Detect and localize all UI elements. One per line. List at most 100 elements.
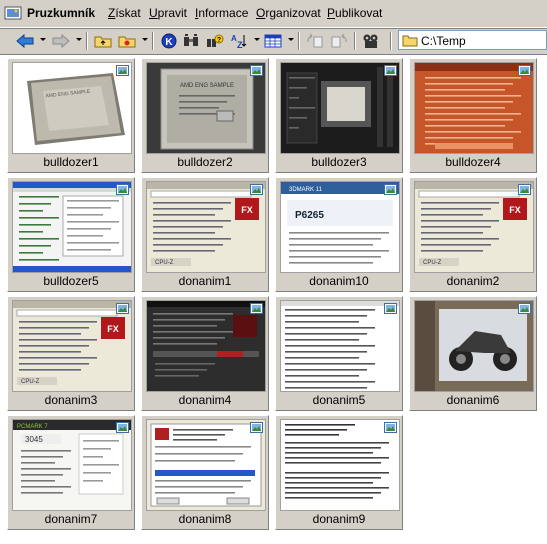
image-type-icon [116, 65, 129, 76]
thumbnail-item[interactable]: 3DMARK 11 P6265 donanim10 [275, 177, 403, 292]
thumbnail-caption[interactable]: donanim3 [8, 393, 134, 407]
thumbnail-item[interactable]: bulldozer5 [7, 177, 135, 292]
image-type-icon [116, 422, 129, 433]
thumbnail-image: FX CPU-Z [414, 181, 534, 273]
thumbnail-item[interactable]: bulldozer3 [275, 58, 403, 173]
thumbnail-caption[interactable]: bulldozer1 [8, 155, 134, 169]
thumbnail-image: PCMARK 7 3045 [12, 419, 132, 511]
image-preview: FX CPU-Z [147, 182, 265, 272]
image-type-icon [384, 422, 397, 433]
thumbnail-item[interactable]: AMD ENG SAMPLE bulldozer2 [141, 58, 269, 173]
sort-az-icon[interactable]: AZ [228, 31, 250, 51]
image-type-icon [116, 184, 129, 195]
svg-text:FX: FX [509, 205, 521, 215]
rotate-right-icon[interactable] [328, 31, 350, 51]
thumbnail-item[interactable]: FX CPU-Z donanim2 [409, 177, 537, 292]
menu-organizovat[interactable]: Organizovat [256, 6, 321, 20]
thumbnail-image [280, 419, 400, 511]
image-type-icon [384, 184, 397, 195]
image-preview: FX CPU-Z [13, 301, 131, 391]
thumbnail-caption[interactable]: bulldozer3 [276, 155, 402, 169]
image-preview [147, 420, 265, 510]
thumbnail-image [280, 300, 400, 392]
thumbnail-caption[interactable]: donanim8 [142, 512, 268, 526]
thumbnail-image [414, 62, 534, 154]
image-preview [415, 63, 533, 153]
image-type-icon [384, 303, 397, 314]
thumbnail-caption[interactable]: bulldozer5 [8, 274, 134, 288]
thumbnail-item[interactable]: AMD ENG SAMPLE bulldozer1 [7, 58, 135, 173]
thumbnail-caption[interactable]: donanim4 [142, 393, 268, 407]
menu-získat[interactable]: Získat [108, 6, 141, 20]
thumbnail-image [146, 419, 266, 511]
menu-publikovat[interactable]: Publikovat [327, 6, 382, 20]
address-bar[interactable]: C:\Temp [398, 30, 547, 50]
thumbnail-item[interactable]: donanim8 [141, 415, 269, 530]
toolbar-separator [86, 32, 88, 50]
menu-informace[interactable]: Informace [195, 6, 248, 20]
view-grid-icon[interactable] [262, 31, 284, 51]
back-icon[interactable] [14, 31, 36, 51]
binoculars-icon[interactable] [180, 31, 202, 51]
thumbnail-caption[interactable]: donanim2 [410, 274, 536, 288]
thumbnail-caption[interactable]: donanim1 [142, 274, 268, 288]
image-preview [415, 301, 533, 391]
thumbnail-image: AMD ENG SAMPLE [12, 62, 132, 154]
thumbnail-item[interactable]: donanim4 [141, 296, 269, 411]
thumbnail-image: FX CPU-Z [12, 300, 132, 392]
thumbnail-caption[interactable]: donanim5 [276, 393, 402, 407]
app-title: Pruzkumník [27, 6, 96, 20]
folder-up-icon[interactable] [92, 31, 114, 51]
thumbnail-item[interactable]: donanim9 [275, 415, 403, 530]
thumbnail-caption[interactable]: donanim6 [410, 393, 536, 407]
toolbar-separator [298, 32, 300, 50]
thumbnail-image [280, 62, 400, 154]
svg-text:?: ? [217, 37, 221, 44]
thumbnail-image: FX CPU-Z [146, 181, 266, 273]
svg-text:K: K [165, 37, 173, 48]
film-icon[interactable] [360, 31, 382, 51]
toolbar-separator [390, 32, 392, 50]
folder-icon [402, 35, 418, 47]
thumbnail-item[interactable]: FX CPU-Z donanim1 [141, 177, 269, 292]
svg-text:CPU-Z: CPU-Z [21, 379, 40, 385]
forward-icon[interactable] [50, 31, 72, 51]
svg-text:CPU-Z: CPU-Z [155, 260, 174, 266]
favorites-dropdown-icon[interactable] [142, 38, 148, 41]
thumbnail-caption[interactable]: bulldozer4 [410, 155, 536, 169]
thumbnail-caption[interactable]: donanim7 [8, 512, 134, 526]
address-value[interactable]: C:\Temp [421, 34, 466, 48]
rotate-left-icon[interactable] [304, 31, 326, 51]
image-type-icon [518, 184, 531, 195]
toolbar-separator [354, 32, 356, 50]
thumbnail-item[interactable]: donanim5 [275, 296, 403, 411]
image-preview [281, 301, 399, 391]
image-type-icon [384, 65, 397, 76]
favorites-icon[interactable] [116, 31, 138, 51]
info-icon[interactable]: ? [204, 31, 226, 51]
thumbnail-item[interactable]: FX CPU-Z donanim3 [7, 296, 135, 411]
thumbnail-image: AMD ENG SAMPLE [146, 62, 266, 154]
image-preview [281, 63, 399, 153]
forward-dropdown-icon[interactable] [76, 38, 82, 41]
sort-dropdown-icon[interactable] [254, 38, 260, 41]
menu-bar: Pruzkumník Získat Upravit Informace Organiz… [0, 0, 547, 28]
image-preview [13, 182, 131, 272]
back-dropdown-icon[interactable] [40, 38, 46, 41]
thumbnail-caption[interactable]: donanim10 [276, 274, 402, 288]
image-preview: 3DMARK 11 P6265 [281, 182, 399, 272]
menu-upravit[interactable]: Upravit [149, 6, 187, 20]
thumbnail-caption[interactable]: donanim9 [276, 512, 402, 526]
svg-text:3DMARK 11: 3DMARK 11 [289, 187, 323, 193]
thumbnail-item[interactable]: bulldozer4 [409, 58, 537, 173]
thumbnail-item[interactable]: donanim6 [409, 296, 537, 411]
thumbnail-item[interactable]: PCMARK 7 3045 donanim7 [7, 415, 135, 530]
search-k-icon[interactable]: K [158, 31, 180, 51]
image-type-icon [518, 65, 531, 76]
image-preview [147, 301, 265, 391]
image-preview: FX CPU-Z [415, 182, 533, 272]
thumbnail-view[interactable]: AMD ENG SAMPLE bulldozer1 AMD ENG SAMPLE bu… [0, 54, 547, 544]
view-dropdown-icon[interactable] [288, 38, 294, 41]
svg-text:CPU-Z: CPU-Z [423, 260, 442, 266]
thumbnail-caption[interactable]: bulldozer2 [142, 155, 268, 169]
